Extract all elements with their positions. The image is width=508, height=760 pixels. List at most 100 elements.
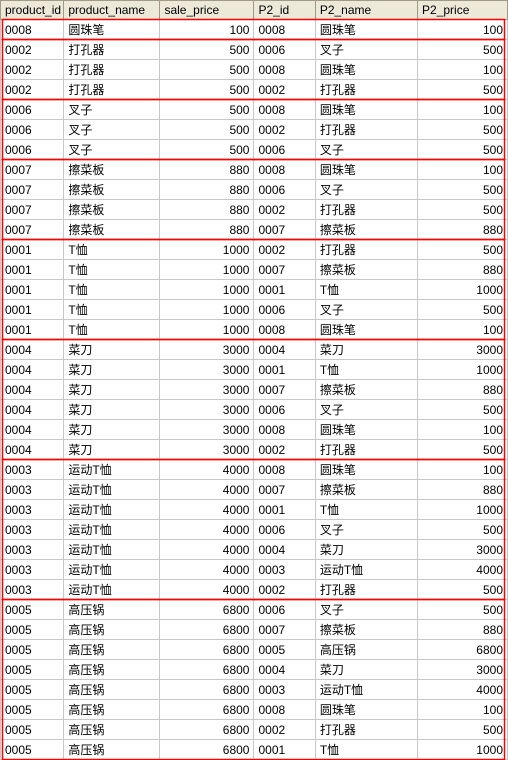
cell: 500 [418,520,508,540]
cell: 0001 [254,740,315,760]
table-row: 0001T恤10000002打孔器500 [1,240,508,260]
table-row: 0003运动T恤40000004菜刀3000 [1,540,508,560]
table-row: 0004菜刀30000002打孔器500 [1,440,508,460]
cell: 0001 [1,280,64,300]
table-row: 0005高压锅68000001T恤1000 [1,740,508,760]
cell: 0007 [254,260,315,280]
cell: 3000 [160,400,254,420]
table-row: 0001T恤10000007擦菜板880 [1,260,508,280]
table-row: 0001T恤10000006叉子500 [1,300,508,320]
cell: 0001 [254,500,315,520]
cell: 100 [418,320,508,340]
table-row: 0001T恤10000008圆珠笔100 [1,320,508,340]
cell: 叉子 [315,600,417,620]
cell: 3000 [160,380,254,400]
table-row: 0003运动T恤40000006叉子500 [1,520,508,540]
table-row: 0003运动T恤40000007擦菜板880 [1,480,508,500]
table-row: 0007擦菜板8800007擦菜板880 [1,220,508,240]
cell: 0004 [254,660,315,680]
cell: 4000 [160,460,254,480]
table-row: 0002打孔器5000002打孔器500 [1,80,508,100]
cell: 0004 [1,340,64,360]
cell: 高压锅 [64,620,160,640]
cell: 圆珠笔 [315,20,417,40]
cell: 高压锅 [64,640,160,660]
cell: 3000 [418,660,508,680]
cell: 0006 [1,140,64,160]
cell: 6800 [160,700,254,720]
cell: 500 [418,180,508,200]
cell: 6800 [160,680,254,700]
cell: 6800 [160,660,254,680]
cell: 100 [418,700,508,720]
cell: 0007 [254,620,315,640]
cell: 0008 [254,700,315,720]
table-row: 0007擦菜板8800006叉子500 [1,180,508,200]
cell: 4000 [160,540,254,560]
cell: 500 [418,580,508,600]
cell: 4000 [160,480,254,500]
cell: 6800 [160,600,254,620]
cell: 0008 [254,60,315,80]
table-row: 0002打孔器5000008圆珠笔100 [1,60,508,80]
cell: 0002 [254,80,315,100]
cell: 圆珠笔 [315,320,417,340]
cell: 0003 [1,460,64,480]
table-row: 0005高压锅68000004菜刀3000 [1,660,508,680]
cell: 0002 [254,240,315,260]
cell: 0003 [254,680,315,700]
table-row: 0004菜刀30000001T恤1000 [1,360,508,380]
cell: 0001 [1,300,64,320]
table-row: 0006叉子5000008圆珠笔100 [1,100,508,120]
table-row: 0003运动T恤40000003运动T恤4000 [1,560,508,580]
table-row: 0003运动T恤40000001T恤1000 [1,500,508,520]
cell: 880 [418,260,508,280]
col-product_id: product_id [1,1,64,20]
cell: 运动T恤 [315,680,417,700]
cell: 叉子 [315,400,417,420]
cell: 打孔器 [64,60,160,80]
cell: 500 [418,40,508,60]
result-table: product_idproduct_namesale_priceP2_idP2_… [0,0,508,760]
cell: 运动T恤 [64,480,160,500]
cell: 100 [418,100,508,120]
cell: 0004 [1,420,64,440]
cell: 0006 [1,100,64,120]
cell: T恤 [64,260,160,280]
cell: 1000 [160,260,254,280]
cell: 菜刀 [64,380,160,400]
cell: 0003 [1,540,64,560]
cell: 3000 [418,540,508,560]
table-row: 0005高压锅68000008圆珠笔100 [1,700,508,720]
cell: 0005 [254,640,315,660]
cell: 菜刀 [64,440,160,460]
cell: 0006 [254,600,315,620]
cell: 运动T恤 [64,580,160,600]
table-row: 0004菜刀30000006叉子500 [1,400,508,420]
cell: 0003 [254,560,315,580]
cell: T恤 [315,500,417,520]
cell: 圆珠笔 [315,60,417,80]
col-P2_price: P2_price [418,1,508,20]
cell: 高压锅 [64,700,160,720]
cell: T恤 [315,740,417,760]
cell: 1000 [418,500,508,520]
cell: 圆珠笔 [315,700,417,720]
cell: 0003 [1,560,64,580]
table-header: product_idproduct_namesale_priceP2_idP2_… [1,1,508,20]
cell: 菜刀 [64,400,160,420]
cell: 500 [418,80,508,100]
cell: 0001 [254,280,315,300]
cell: 4000 [418,680,508,700]
table-row: 0006叉子5000006叉子500 [1,140,508,160]
cell: 0001 [1,260,64,280]
cell: 0006 [254,520,315,540]
cell: 0004 [1,400,64,420]
cell: 1000 [418,280,508,300]
table-row: 0003运动T恤40000002打孔器500 [1,580,508,600]
cell: 叉子 [64,140,160,160]
cell: 500 [160,40,254,60]
cell: 菜刀 [315,340,417,360]
cell: 打孔器 [315,720,417,740]
table-row: 0002打孔器5000006叉子500 [1,40,508,60]
